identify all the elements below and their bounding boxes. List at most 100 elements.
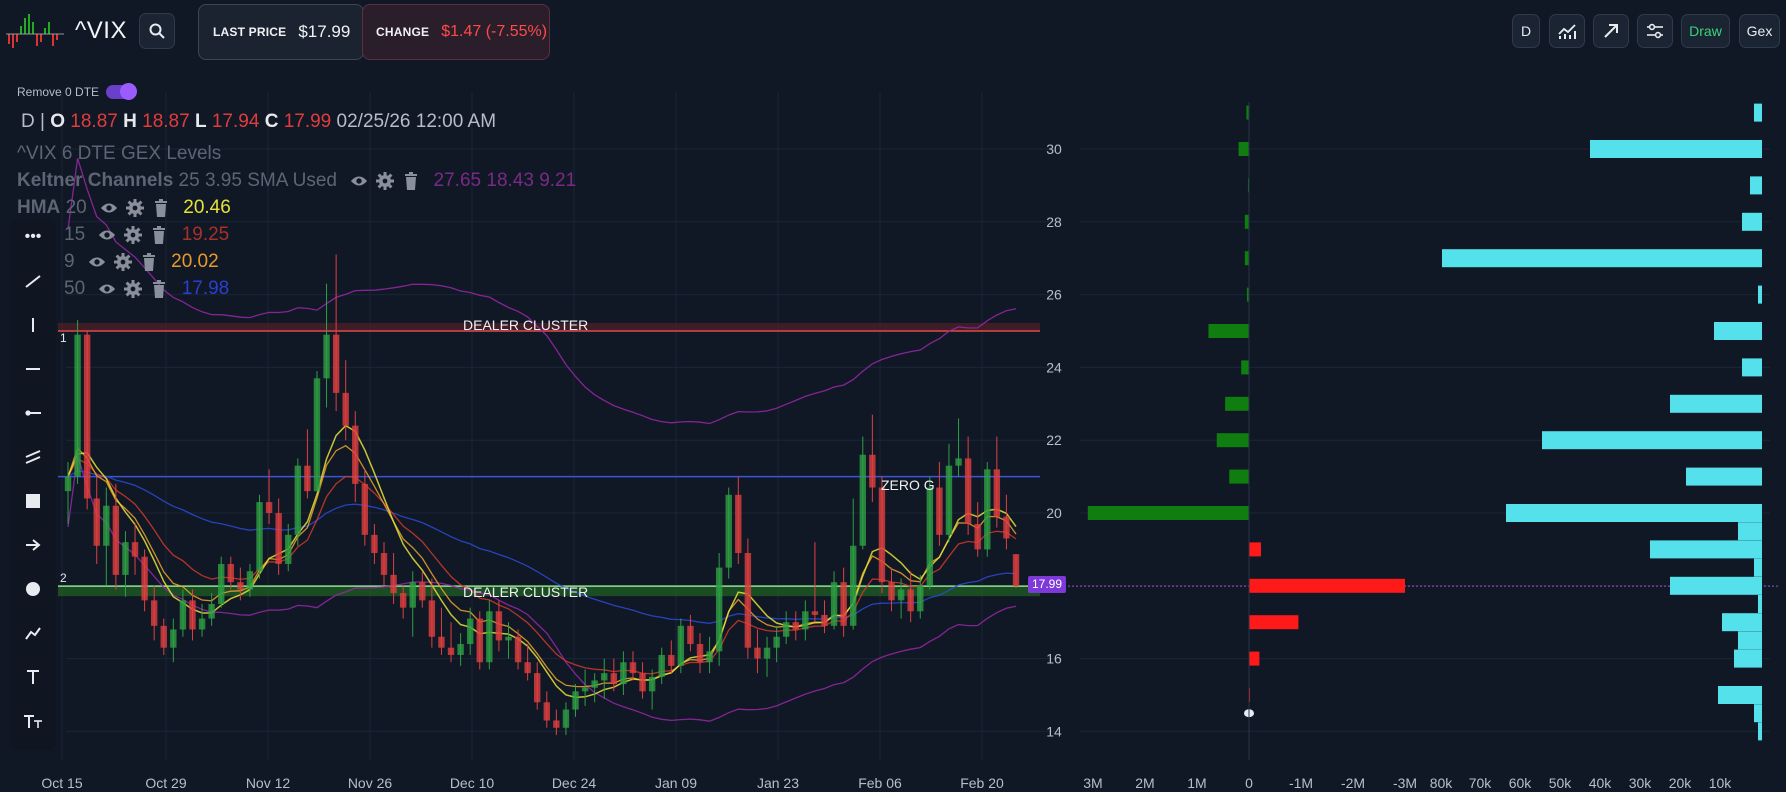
gear-icon[interactable] — [113, 252, 132, 271]
rectangle-tool-icon[interactable] — [22, 490, 44, 512]
oi-x-axis-label: 20k — [1669, 775, 1693, 791]
candle-body — [409, 582, 416, 608]
candle-body — [457, 644, 464, 655]
y-axis-label: 24 — [1046, 359, 1062, 375]
hma-legend: HMA 20 20.46 — [17, 197, 231, 219]
candle-body — [984, 469, 991, 550]
horizontal-line-tool-icon[interactable] — [22, 358, 44, 380]
parallel-channel-tool-icon[interactable] — [22, 446, 44, 468]
hma-value: 20.46 — [183, 197, 231, 218]
candle-body — [811, 611, 819, 615]
candle-body — [74, 334, 81, 477]
remove-dte-label: Remove 0 DTE — [17, 85, 100, 99]
gex-bar — [1241, 360, 1249, 375]
gex-x-axis-label: 0 — [1245, 775, 1253, 791]
gear-icon[interactable] — [376, 171, 395, 190]
ray-tool-icon[interactable] — [22, 402, 44, 424]
gear-icon[interactable] — [125, 198, 144, 217]
eye-icon[interactable] — [98, 280, 116, 298]
ma15-period: 15 — [64, 224, 86, 245]
candle-body — [390, 574, 397, 594]
oi-bar — [1742, 212, 1762, 231]
dealer-cluster-bottom-label: DEALER CLUSTER — [463, 584, 589, 600]
l-label: L — [194, 111, 207, 132]
oi-bar — [1742, 358, 1762, 377]
gex-bar — [1249, 542, 1261, 557]
candle-body — [352, 425, 359, 484]
eye-icon[interactable] — [350, 172, 368, 190]
eye-icon[interactable] — [100, 199, 118, 217]
vertical-line-tool-icon[interactable] — [22, 314, 44, 336]
candle-body — [256, 502, 263, 572]
gex-bar — [1238, 142, 1249, 156]
oi-bar — [1670, 394, 1762, 413]
more-tools-icon[interactable]: ••• — [22, 226, 44, 248]
oi-bar — [1738, 631, 1762, 650]
text-tool-icon[interactable] — [22, 666, 44, 688]
trendline-tool-icon[interactable] — [22, 270, 44, 292]
x-axis-label: Jan 09 — [655, 775, 697, 791]
trash-icon[interactable] — [150, 279, 168, 298]
oi-bar — [1758, 722, 1762, 741]
gear-icon[interactable] — [124, 225, 143, 244]
circle-tool-icon[interactable] — [22, 578, 44, 600]
candle-body — [93, 498, 100, 546]
ma15-value: 19.25 — [181, 224, 230, 245]
trash-icon[interactable] — [150, 225, 168, 244]
text-size-tool-icon[interactable] — [22, 710, 44, 732]
candle-body — [696, 644, 704, 663]
o-label: O — [50, 111, 66, 132]
high-value: 18.87 — [142, 111, 190, 132]
gex-x-axis-label: -3M — [1393, 775, 1417, 791]
trash-icon[interactable] — [140, 252, 158, 271]
trash-icon[interactable] — [402, 171, 420, 190]
keltner-name: Keltner Channels — [17, 170, 174, 191]
close-value: 17.99 — [283, 111, 332, 132]
candle-body — [639, 673, 646, 692]
candle-body — [629, 662, 637, 674]
candle-body — [591, 680, 598, 688]
candle-body — [419, 582, 426, 601]
trash-icon[interactable] — [152, 198, 170, 217]
ma9-legend: 9 20.02 — [64, 251, 219, 273]
candle-body — [782, 622, 790, 637]
gex-x-axis-label: -1M — [1289, 775, 1313, 791]
candle-body — [304, 465, 311, 492]
candle-body — [725, 494, 732, 568]
candle-body — [447, 647, 455, 655]
open-value: 18.87 — [70, 111, 118, 132]
eye-icon[interactable] — [88, 253, 106, 271]
candle-body — [668, 654, 675, 666]
candle-body — [534, 673, 541, 703]
candle-body — [945, 465, 953, 535]
candle-body — [572, 691, 579, 710]
candle-body — [926, 487, 934, 586]
marker-1: 1 — [60, 331, 67, 345]
candle-body — [428, 600, 436, 637]
oi-bar — [1754, 103, 1762, 122]
arrow-tool-icon[interactable] — [22, 534, 44, 556]
eye-icon[interactable] — [98, 226, 116, 244]
candle-body — [1003, 516, 1010, 539]
candle-body — [399, 593, 407, 608]
candle-body — [189, 600, 196, 630]
candle-body — [543, 702, 550, 721]
candle-body — [246, 571, 254, 590]
candle-body — [198, 618, 206, 630]
candle-body — [677, 625, 685, 666]
price-tag: 17.99 — [1028, 576, 1066, 593]
x-axis-label: Nov 12 — [246, 775, 291, 791]
marker-2: 2 — [60, 571, 67, 585]
path-tool-icon[interactable] — [22, 622, 44, 644]
candle-body — [323, 334, 330, 379]
candle-body — [361, 483, 369, 535]
candle-body — [313, 378, 321, 492]
candle-body — [486, 611, 493, 663]
gex-bar — [1244, 214, 1249, 229]
gex-bar — [1249, 615, 1299, 630]
gex-bar — [1225, 396, 1249, 411]
gex-bar — [1229, 469, 1249, 484]
toggle-knob[interactable] — [120, 83, 137, 100]
candle-body — [964, 458, 972, 524]
gear-icon[interactable] — [124, 279, 143, 298]
